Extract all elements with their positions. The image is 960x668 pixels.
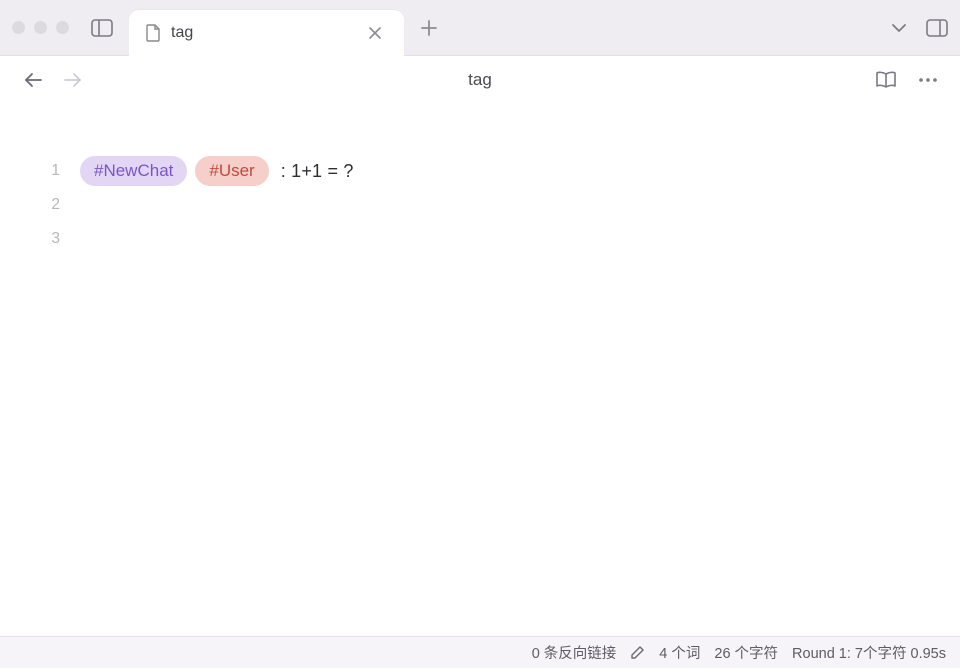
line-number-gutter: 1 2 3 bbox=[0, 154, 80, 636]
traffic-light-zoom[interactable] bbox=[56, 21, 69, 34]
tab-title: tag bbox=[171, 24, 368, 42]
toolbar: tag bbox=[0, 56, 960, 104]
editor-line[interactable]: #NewChat #User : 1+1 = ? bbox=[80, 154, 960, 188]
left-sidebar-toggle-icon[interactable] bbox=[87, 13, 117, 43]
new-tab-button[interactable] bbox=[410, 9, 448, 47]
page-title: tag bbox=[468, 70, 492, 90]
tab-close-icon[interactable] bbox=[368, 26, 390, 40]
tab-active[interactable]: tag bbox=[129, 10, 404, 56]
nav-forward-button[interactable] bbox=[60, 67, 86, 93]
status-char-count[interactable]: 26 个字符 bbox=[714, 642, 778, 663]
titlebar: tag bbox=[0, 0, 960, 56]
statusbar: 0 条反向链接 4 个词 26 个字符 Round 1: 7个字符 0.95s bbox=[0, 636, 960, 668]
edit-mode-icon[interactable] bbox=[630, 645, 645, 660]
traffic-light-minimize[interactable] bbox=[34, 21, 47, 34]
reading-mode-icon[interactable] bbox=[872, 66, 900, 94]
line-number: 2 bbox=[0, 188, 60, 222]
tab-overflow-chevron-down-icon[interactable] bbox=[884, 13, 914, 43]
status-word-count[interactable]: 4 个词 bbox=[659, 642, 700, 663]
editor[interactable]: 1 2 3 #NewChat #User : 1+1 = ? bbox=[0, 104, 960, 636]
status-backlinks[interactable]: 0 条反向链接 bbox=[532, 642, 617, 663]
status-round-info[interactable]: Round 1: 7个字符 0.95s bbox=[792, 642, 946, 663]
tag-pill-user[interactable]: #User bbox=[195, 156, 268, 186]
window-traffic-lights bbox=[12, 21, 69, 34]
editor-content[interactable]: #NewChat #User : 1+1 = ? bbox=[80, 154, 960, 636]
more-menu-icon[interactable] bbox=[914, 66, 942, 94]
right-sidebar-toggle-icon[interactable] bbox=[922, 13, 952, 43]
line-text[interactable]: : 1+1 = ? bbox=[281, 154, 354, 188]
tag-pill-newchat[interactable]: #NewChat bbox=[80, 156, 187, 186]
file-icon bbox=[145, 24, 161, 42]
editor-line[interactable] bbox=[80, 222, 960, 256]
line-number: 1 bbox=[0, 154, 60, 188]
editor-line[interactable] bbox=[80, 188, 960, 222]
line-number: 3 bbox=[0, 222, 60, 256]
traffic-light-close[interactable] bbox=[12, 21, 25, 34]
nav-back-button[interactable] bbox=[20, 67, 46, 93]
